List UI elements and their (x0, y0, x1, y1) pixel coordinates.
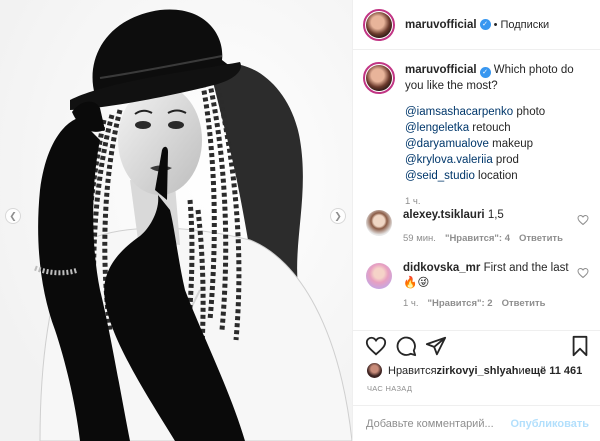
caption-username[interactable]: maruvofficial (405, 64, 477, 76)
publish-button[interactable]: Опубликовать (510, 418, 589, 430)
heart-icon[interactable] (365, 335, 387, 357)
post-caption: maruvofficial ✓ Which photo do you like t… (363, 62, 593, 210)
caption-avatar[interactable] (363, 62, 395, 94)
commenter-avatar[interactable] (366, 263, 392, 289)
likes-count[interactable]: ещё 11 461 (525, 365, 583, 377)
verified-badge-icon: ✓ (479, 19, 491, 30)
comment-likes[interactable]: "Нравится": 4 (445, 231, 510, 246)
next-slide-button[interactable]: ❯ (330, 208, 346, 224)
verified-badge-icon: ✓ (479, 67, 491, 78)
credit-role: photo (513, 106, 546, 118)
reply-button[interactable]: Ответить (519, 231, 563, 246)
previous-slide-button[interactable]: ❮ (5, 208, 21, 224)
post-timestamp[interactable]: ЧАС НАЗАД (367, 384, 412, 393)
comment-item: alexey.tsiklauri 1,5 59 мин. "Нравится":… (363, 208, 593, 246)
comment-meta: 1 ч. "Нравится": 2 Ответить (403, 296, 573, 311)
photo-illustration (0, 0, 352, 441)
comment-meta: 59 мин. "Нравится": 4 Ответить (403, 231, 573, 246)
header-separator: • (493, 18, 498, 31)
mention-link[interactable]: @daryamualove (405, 138, 489, 150)
post-header: maruvofficial ✓ • Подписки (353, 0, 600, 50)
action-icons (365, 335, 591, 359)
author-avatar-image (366, 11, 392, 38)
like-comment-heart-icon[interactable] (577, 214, 589, 226)
commenter-avatar[interactable] (366, 210, 392, 236)
mention-link[interactable]: @iamsashacarpenko (405, 106, 513, 118)
credit-role: prod (492, 154, 519, 166)
post-actions: Нравится zirkovyi_shlyah и ещё 11 461 ЧА… (353, 330, 600, 405)
credit-line: @krylova.valeriia prod (405, 152, 593, 168)
commenter-username[interactable]: alexey.tsiklauri (403, 209, 485, 221)
likes-prefix: Нравится (388, 364, 437, 377)
comment-text: First and the last (483, 262, 569, 274)
mention-link[interactable]: @seid_studio (405, 170, 475, 182)
share-icon[interactable] (425, 335, 447, 357)
mention-link[interactable]: @krylova.valeriia (405, 154, 493, 166)
credit-line: @daryamualove makeup (405, 136, 593, 152)
mention-link[interactable]: @lengeletka (405, 122, 469, 134)
author-username[interactable]: maruvofficial (405, 19, 477, 31)
liker-avatar[interactable] (367, 363, 382, 378)
comment-text: 1,5 (487, 209, 504, 221)
credit-line: @seid_studio location (405, 168, 593, 184)
author-avatar[interactable] (363, 8, 395, 41)
credit-line: @lengeletka retouch (405, 120, 593, 136)
reply-button[interactable]: Ответить (502, 296, 546, 311)
comment-input[interactable] (366, 417, 526, 430)
liker-username[interactable]: zirkovyi_shlyah (437, 365, 519, 377)
like-comment-heart-icon[interactable] (577, 267, 589, 279)
commenter-username[interactable]: didkovska_mr (403, 262, 480, 274)
comments-list[interactable]: maruvofficial ✓ Which photo do you like t… (353, 50, 600, 330)
chevron-left-icon: ❮ (9, 210, 17, 221)
credit-line: @iamsashacarpenko photo (405, 104, 593, 120)
comment-icon[interactable] (395, 335, 417, 357)
caption-credits: @iamsashacarpenko photo @lengeletka reto… (405, 104, 593, 184)
caption-avatar-image (366, 65, 392, 91)
caption-body: maruvofficial ✓ Which photo do you like t… (405, 62, 593, 210)
post-sidebar: maruvofficial ✓ • Подписки maruvofficial… (352, 0, 600, 441)
comment-likes[interactable]: "Нравится": 2 (428, 296, 493, 311)
comment-time[interactable]: 1 ч. (403, 296, 419, 311)
comment-emoji: 🔥😜 (403, 277, 430, 289)
comment-body: alexey.tsiklauri 1,5 59 мин. "Нравится":… (403, 208, 573, 246)
comment-body: didkovska_mr First and the last 🔥😜 1 ч. … (403, 261, 573, 311)
comment-time[interactable]: 59 мин. (403, 231, 436, 246)
credit-role: location (474, 170, 518, 182)
bookmark-icon[interactable] (569, 335, 591, 357)
chevron-right-icon: ❯ (334, 210, 342, 221)
following-button[interactable]: Подписки (500, 19, 549, 31)
credit-role: makeup (488, 138, 534, 150)
comment-item: didkovska_mr First and the last 🔥😜 1 ч. … (363, 261, 593, 311)
likes-summary: Нравится zirkovyi_shlyah и ещё 11 461 (367, 363, 582, 378)
post-dialog: ❮ ❯ maruvofficial ✓ • Подписки maruvoffi… (0, 0, 600, 441)
credit-role: retouch (469, 122, 511, 134)
post-photo[interactable]: ❮ ❯ (0, 0, 352, 441)
add-comment-form: Опубликовать (353, 405, 600, 441)
